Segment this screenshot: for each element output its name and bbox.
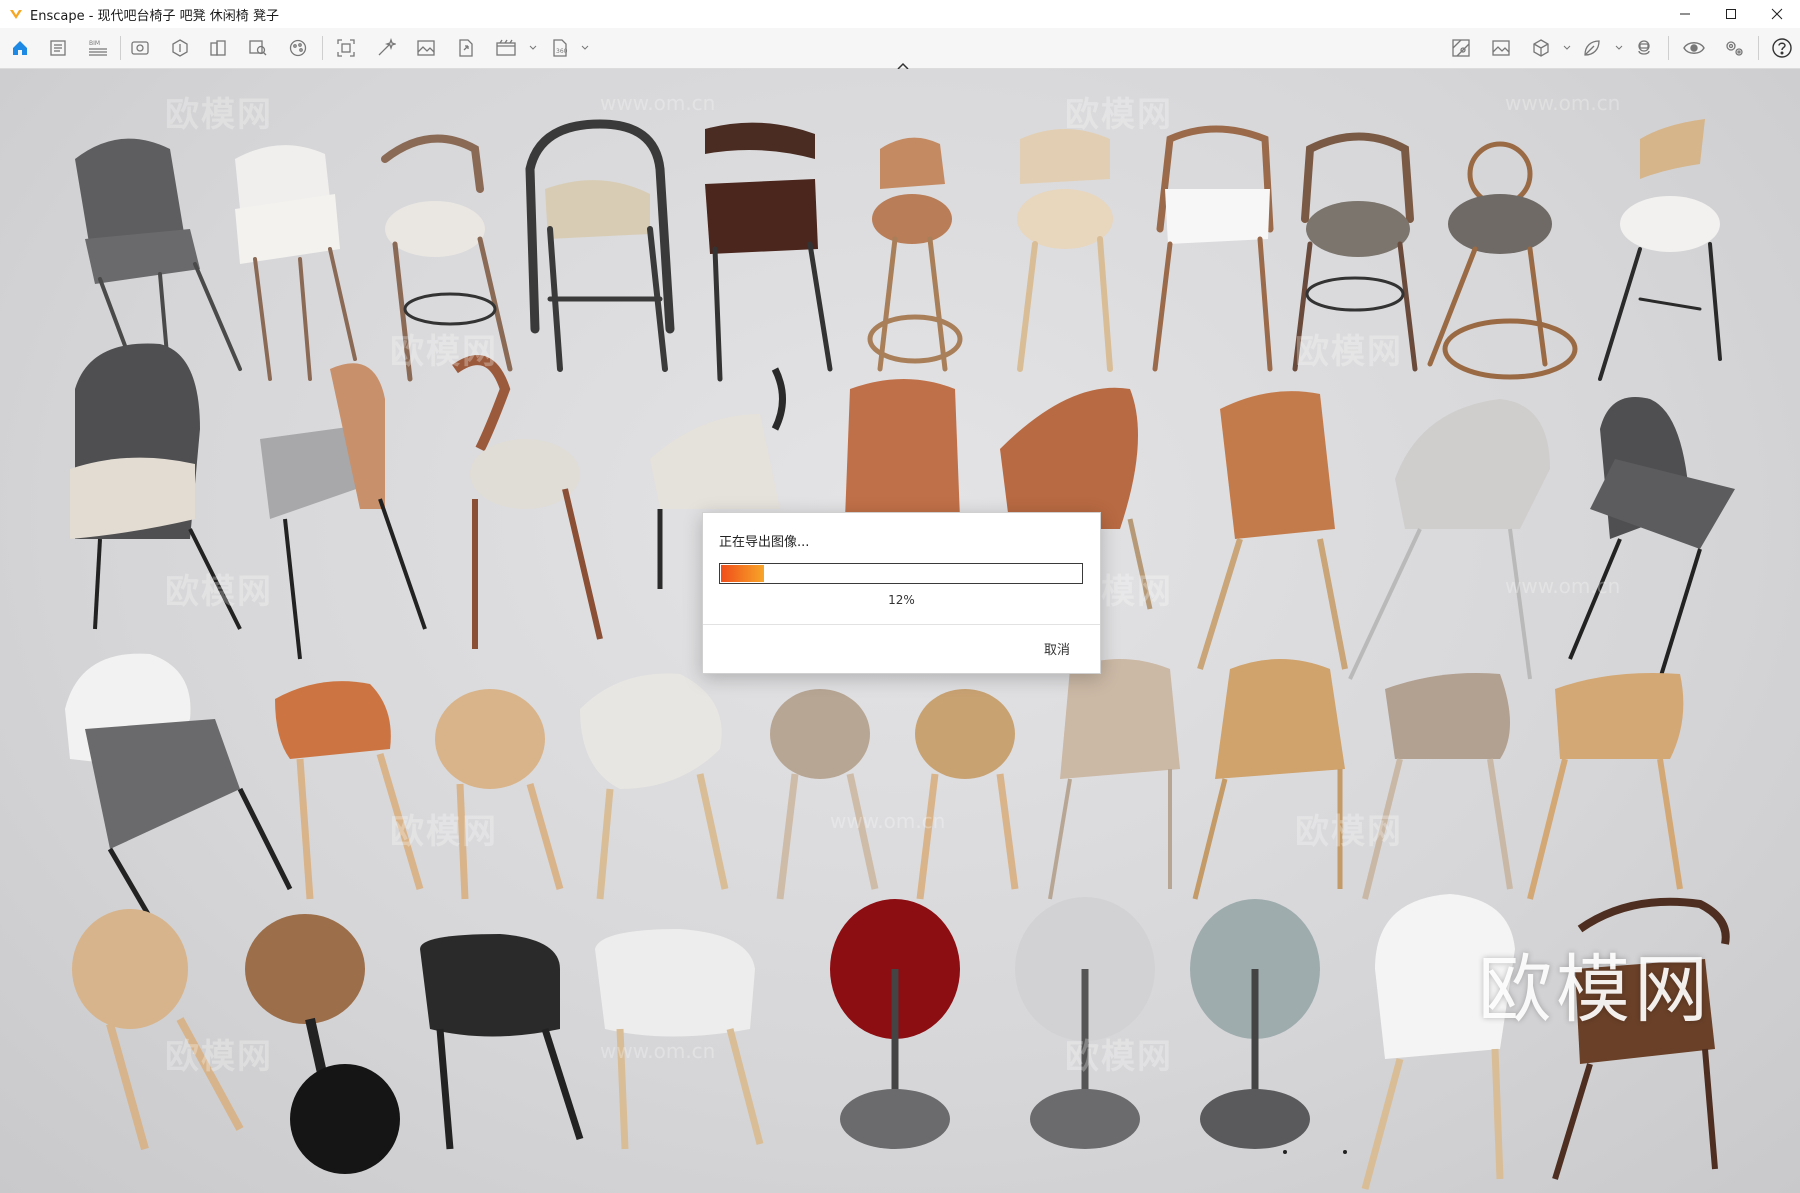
scene-dot [1343, 1150, 1347, 1154]
watermark-text: 欧模网 [1065, 95, 1173, 135]
cancel-button[interactable]: 取消 [1044, 639, 1070, 658]
bim-list-icon[interactable]: BIM [84, 34, 112, 62]
chevron-down-icon[interactable] [528, 43, 538, 53]
watermark-text: 欧模网 [390, 812, 498, 852]
palette-icon[interactable] [284, 34, 312, 62]
svg-text:360: 360 [556, 48, 568, 55]
settings-icon[interactable] [1720, 34, 1748, 62]
home-icon[interactable] [6, 34, 34, 62]
vr-headset-icon[interactable] [1630, 34, 1658, 62]
watermark-url: www.om.cn [600, 1039, 716, 1063]
eye-icon[interactable] [1680, 34, 1708, 62]
map-icon[interactable] [1447, 34, 1475, 62]
inspect-icon[interactable] [244, 34, 272, 62]
title-bar: Enscape - 现代吧台椅子 吧凳 休闲椅 凳子 [0, 0, 1800, 28]
magic-icon[interactable] [372, 34, 400, 62]
svg-text:BIM: BIM [89, 40, 100, 47]
window-controls [1662, 0, 1800, 28]
window-title: Enscape - 现代吧台椅子 吧凳 休闲椅 凳子 [30, 8, 279, 24]
chevron-down-icon[interactable] [1562, 43, 1572, 53]
progress-bar [719, 563, 1083, 584]
watermark-text: 欧模网 [1295, 812, 1403, 852]
chevron-down-icon[interactable] [1614, 43, 1624, 53]
progress-percent: 12% [888, 593, 915, 607]
panorama-icon[interactable]: 360 [546, 34, 574, 62]
dialog-title: 正在导出图像... [719, 535, 810, 550]
watermark-text: 欧模网 [390, 332, 498, 372]
leaf-icon[interactable] [1578, 34, 1606, 62]
minimize-icon[interactable] [1662, 0, 1708, 28]
scene-dot [1283, 1150, 1287, 1154]
watermark-text: 欧模网 [165, 572, 273, 612]
dialog-divider [703, 624, 1100, 625]
document-icon[interactable] [44, 34, 72, 62]
collapse-toolbar-icon[interactable] [895, 56, 911, 70]
watermark-text: 欧模网 [1295, 332, 1403, 372]
help-icon[interactable] [1768, 34, 1796, 62]
view-icon[interactable] [126, 34, 154, 62]
export-icon[interactable] [452, 34, 480, 62]
enscape-logo-icon [8, 6, 24, 22]
gallery-icon[interactable] [1487, 34, 1515, 62]
chevron-down-icon[interactable] [580, 43, 590, 53]
brand-watermark: 欧模网 [1478, 947, 1712, 1033]
watermark-url: www.om.cn [1505, 91, 1621, 115]
asset-icon[interactable] [166, 34, 194, 62]
export-progress-dialog: 正在导出图像... 12% 取消 [702, 512, 1101, 674]
building-icon[interactable] [204, 34, 232, 62]
image-icon[interactable] [412, 34, 440, 62]
bar-chair [75, 119, 1722, 401]
watermark-text: 欧模网 [1065, 1037, 1173, 1077]
watermark-url: www.om.cn [1505, 574, 1621, 598]
close-icon[interactable] [1754, 0, 1800, 28]
watermark-text: 欧模网 [165, 1037, 273, 1077]
maximize-icon[interactable] [1708, 0, 1754, 28]
progress-fill [721, 565, 764, 582]
watermark-text: 欧模网 [165, 95, 273, 135]
screenshot-icon[interactable] [332, 34, 360, 62]
cube-icon[interactable] [1527, 34, 1555, 62]
watermark-url: www.om.cn [600, 91, 716, 115]
watermark-url: www.om.cn [830, 809, 946, 833]
video-icon[interactable] [492, 34, 520, 62]
